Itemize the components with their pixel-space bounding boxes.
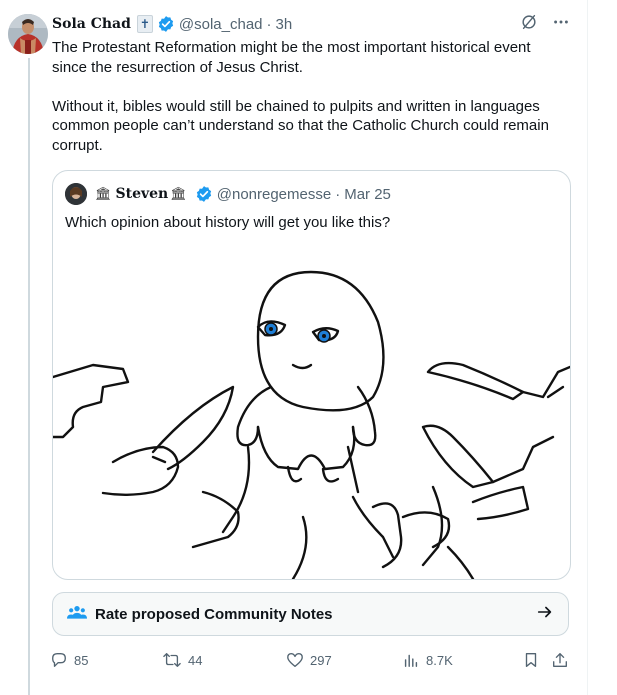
share-icon	[553, 653, 567, 667]
bookmark-button[interactable]	[522, 651, 540, 669]
quote-image[interactable]	[53, 247, 570, 579]
reply-count: 85	[74, 652, 89, 668]
separator-dot: ·	[335, 185, 341, 203]
repost-icon	[163, 653, 181, 667]
verified-badge-icon	[157, 15, 175, 33]
quoted-tweet[interactable]: 🏛 Steven 🏛 @nonregemesse · Mar 25 Which …	[52, 170, 571, 580]
repost-count: 44	[188, 652, 203, 668]
reply-button[interactable]: 85	[50, 651, 88, 669]
tweet-page: Sola Chad ✝ @sola_chad · 3h The Protesta…	[0, 0, 617, 695]
grok-icon[interactable]	[520, 13, 538, 36]
bank-icon: 🏛	[170, 186, 187, 201]
reply-icon	[52, 653, 66, 667]
cross-badge-icon: ✝	[136, 15, 153, 33]
community-notes-icon	[67, 603, 87, 626]
views-button[interactable]: 8.7K	[402, 651, 453, 669]
more-icon[interactable]	[552, 13, 570, 36]
community-notes-label: Rate proposed Community Notes	[95, 605, 333, 623]
share-button[interactable]	[551, 651, 569, 669]
bank-icon: 🏛	[95, 186, 112, 201]
arrow-right-icon[interactable]	[536, 603, 554, 626]
tweet-time[interactable]: 3h	[276, 16, 293, 33]
separator-dot: ·	[266, 15, 272, 33]
views-icon	[404, 654, 418, 668]
quote-header: 🏛 Steven 🏛 @nonregemesse · Mar 25	[65, 183, 391, 205]
author-handle[interactable]: @sola_chad	[179, 16, 263, 33]
quote-avatar[interactable]	[65, 183, 87, 205]
tweet-header: Sola Chad ✝ @sola_chad · 3h	[52, 13, 582, 35]
quote-author-handle[interactable]: @nonregemesse	[217, 186, 331, 203]
quote-author-name[interactable]: Steven	[116, 186, 169, 202]
quote-date[interactable]: Mar 25	[344, 186, 391, 203]
verified-badge-icon	[195, 185, 213, 203]
column-border	[587, 0, 588, 695]
repost-button[interactable]: 44	[162, 651, 202, 669]
avatar[interactable]	[8, 14, 48, 54]
community-notes-button[interactable]: Rate proposed Community Notes	[52, 592, 569, 636]
views-count: 8.7K	[426, 652, 453, 668]
quote-text: Which opinion about history will get you…	[65, 214, 391, 231]
like-count: 297	[310, 652, 332, 668]
like-icon	[287, 653, 303, 667]
bookmark-icon	[525, 653, 537, 667]
like-button[interactable]: 297	[286, 651, 332, 669]
tweet-actions: 85 44 297 8.7K	[50, 648, 572, 672]
tweet-text: The Protestant Reformation might be the …	[52, 39, 549, 154]
author-name[interactable]: Sola Chad	[52, 16, 131, 32]
thread-line	[28, 58, 30, 695]
header-actions	[520, 13, 570, 35]
